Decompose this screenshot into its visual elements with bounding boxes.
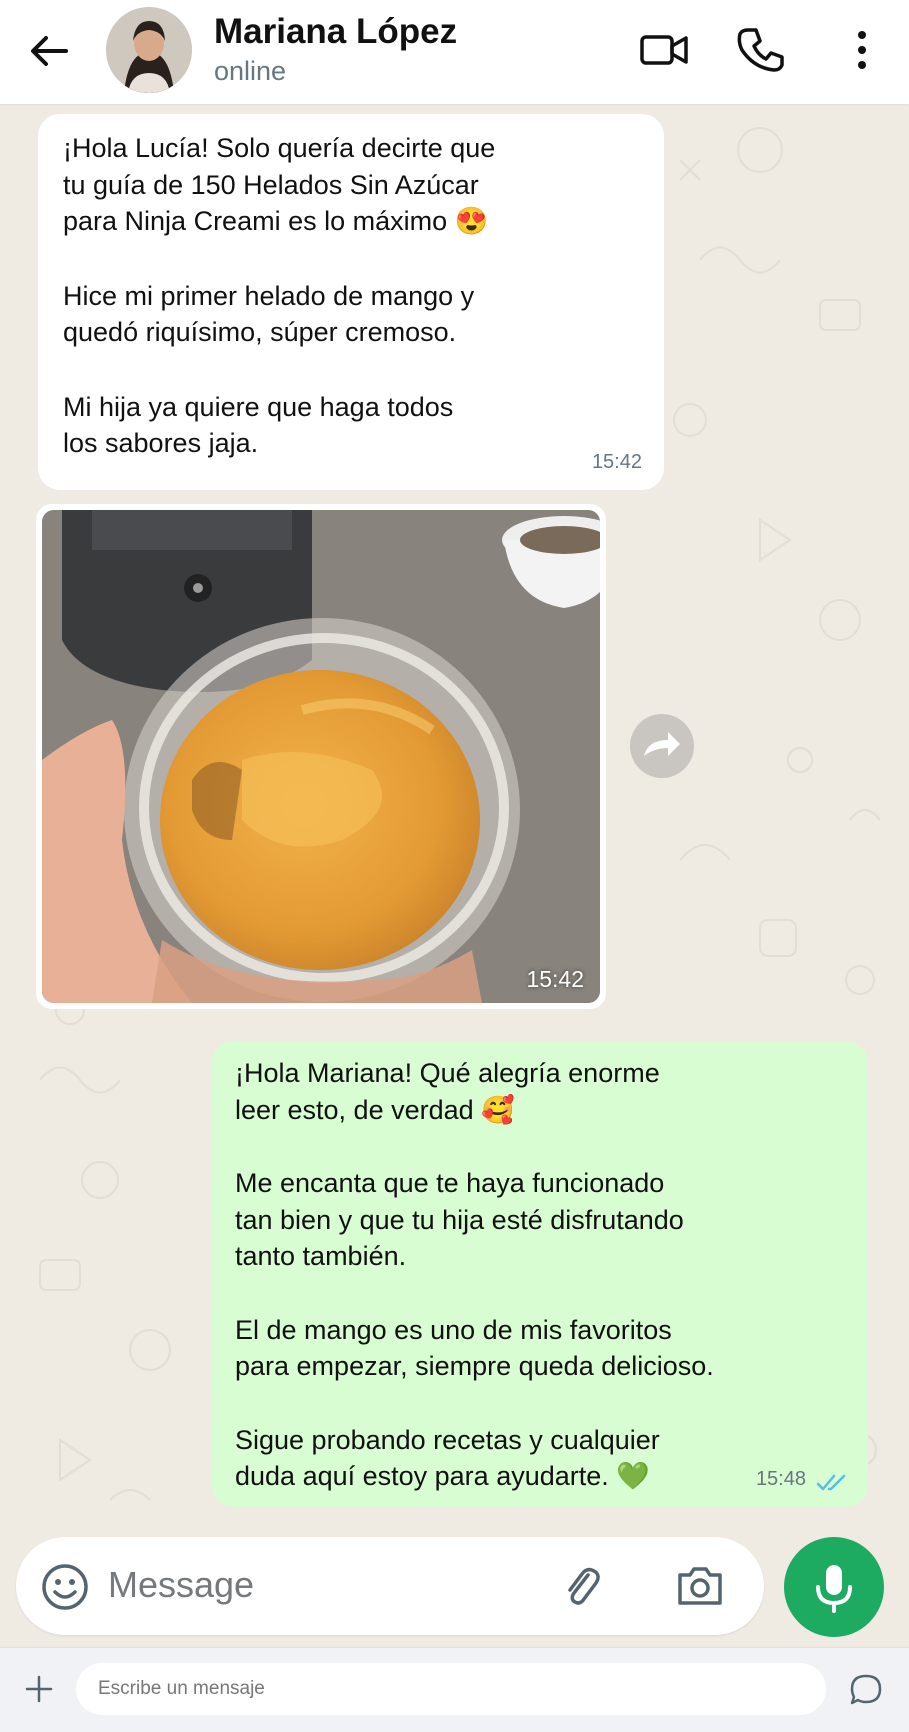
forward-icon bbox=[644, 732, 680, 756]
camera-icon[interactable] bbox=[674, 1561, 726, 1611]
more-options-icon[interactable] bbox=[834, 22, 890, 78]
chat-bubble-icon[interactable] bbox=[848, 1672, 884, 1708]
message-line: duda aquí estoy para ayudarte. 💚 bbox=[235, 1461, 650, 1491]
contact-avatar[interactable] bbox=[106, 7, 192, 93]
message-line: Sigue probando recetas y cualquier bbox=[235, 1424, 660, 1455]
forward-button[interactable] bbox=[630, 714, 694, 778]
incoming-photo-message[interactable]: 15:42 bbox=[36, 504, 606, 1009]
bottom-message-input[interactable]: Escribe un mensaje bbox=[76, 1663, 826, 1715]
message-line: Me encanta que te haya funcionado bbox=[235, 1168, 665, 1198]
message-line: tanto también. bbox=[235, 1241, 407, 1271]
contact-name[interactable]: Mariana López bbox=[214, 12, 457, 52]
message-line: leer esto, de verdad 🥰 bbox=[235, 1094, 515, 1125]
photo-time: 15:42 bbox=[526, 966, 584, 992]
message-line: ¡Hola Lucía! Solo quería decirte que bbox=[63, 133, 496, 163]
message-input[interactable]: Message bbox=[108, 1564, 254, 1606]
attach-icon[interactable] bbox=[556, 1561, 606, 1611]
chat-header: Mariana López online bbox=[0, 0, 909, 104]
mic-icon bbox=[816, 1565, 852, 1613]
message-composer[interactable]: Message bbox=[16, 1537, 764, 1635]
message-line: Mi hija ya quiere que haga todos bbox=[63, 391, 454, 422]
message-time: 15:48 bbox=[755, 1467, 806, 1490]
message-line: Hice mi primer helado de mango y bbox=[63, 280, 475, 311]
video-call-icon[interactable] bbox=[636, 22, 692, 78]
plus-icon[interactable] bbox=[24, 1674, 54, 1704]
message-line: para Ninja Creami es lo máximo 😍 bbox=[63, 206, 489, 236]
message-line: tu guía de 150 Helados Sin Azúcar bbox=[63, 169, 479, 200]
message-line: quedó riquísimo, súper cremoso. bbox=[63, 317, 457, 347]
read-ticks-icon bbox=[816, 1474, 846, 1491]
bottom-input-placeholder: Escribe un mensaje bbox=[98, 1678, 265, 1699]
message-line: ¡Hola Mariana! Qué alegría enorme bbox=[235, 1058, 660, 1088]
message-line: tan bien y que tu hija esté disfrutando bbox=[235, 1204, 684, 1235]
message-time: 15:42 bbox=[591, 450, 642, 473]
message-line: los sabores jaja. bbox=[63, 428, 259, 458]
voice-call-icon[interactable] bbox=[734, 22, 790, 78]
message-line: El de mango es uno de mis favoritos bbox=[235, 1314, 672, 1345]
incoming-message[interactable]: ¡Hola Lucía! Solo quería decirte que tu … bbox=[38, 114, 664, 490]
mango-ice-cream-photo[interactable]: 15:42 bbox=[42, 510, 600, 1003]
voice-message-button[interactable] bbox=[784, 1537, 884, 1637]
message-line: para empezar, siempre queda delicioso. bbox=[235, 1351, 714, 1381]
web-bottom-bar: Escribe un mensaje bbox=[0, 1647, 909, 1732]
emoji-icon[interactable] bbox=[40, 1562, 90, 1612]
outgoing-message[interactable]: ¡Hola Mariana! Qué alegría enorme leer e… bbox=[212, 1041, 868, 1507]
back-arrow-icon[interactable] bbox=[26, 28, 72, 74]
contact-status: online bbox=[214, 56, 287, 86]
